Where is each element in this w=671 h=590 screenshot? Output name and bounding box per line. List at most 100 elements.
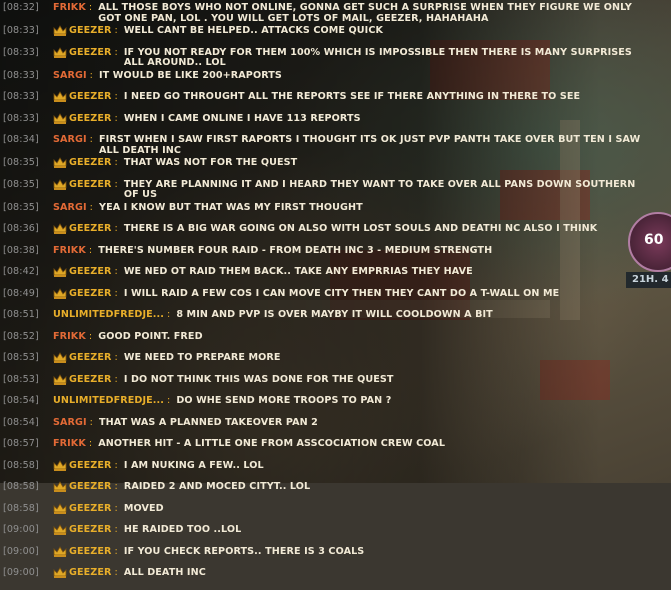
chat-message: [08:33] GEEZER: WELL CANT BE HELPED.. ATTA… xyxy=(3,25,643,42)
message-timestamp: [08:58] xyxy=(3,481,39,492)
message-author[interactable]: GEEZER xyxy=(69,567,111,579)
author-separator: : xyxy=(114,178,118,190)
chat-message: [08:51] UNLIMITEDFREDJE...:8 MIN AND PVP … xyxy=(3,309,643,326)
message-timestamp: [08:36] xyxy=(3,223,39,234)
message-author[interactable]: GEEZER xyxy=(69,503,111,515)
message-timestamp: [08:58] xyxy=(3,459,39,471)
message-author[interactable]: GEEZER xyxy=(69,157,111,169)
message-author[interactable]: GEEZER xyxy=(69,352,111,364)
message-author[interactable]: GEEZER xyxy=(69,288,111,300)
message-author[interactable]: GEEZER xyxy=(69,266,111,278)
message-timestamp: [08:35] xyxy=(3,201,39,213)
author-separator: : xyxy=(114,91,118,102)
message-author[interactable]: SARGI xyxy=(53,70,87,82)
author-separator: : xyxy=(114,223,118,234)
message-timestamp: [08:53] xyxy=(3,373,39,385)
message-author[interactable]: GEEZER xyxy=(69,91,111,103)
author-separator: : xyxy=(114,481,118,492)
message-timestamp: [08:33] xyxy=(3,112,39,124)
message-timestamp: [09:00] xyxy=(3,545,39,557)
message-author[interactable]: UNLIMITEDFREDJE... xyxy=(53,309,164,321)
message-text: THAT WAS A PLANNED TAKEOVER PAN 2 xyxy=(99,416,318,428)
message-timestamp: [08:33] xyxy=(3,69,39,81)
message-timestamp: [08:57] xyxy=(3,438,39,449)
author-separator: : xyxy=(114,25,118,36)
chat-message: [08:36] GEEZER: THERE IS A BIG WAR GOING O… xyxy=(3,223,643,240)
message-text: HE RAIDED TOO ..LOL xyxy=(123,524,242,535)
message-author[interactable]: GEEZER xyxy=(69,223,111,235)
message-timestamp: [08:33] xyxy=(3,91,39,102)
crown-icon xyxy=(53,352,67,363)
message-timestamp: [08:35] xyxy=(3,178,39,190)
author-separator: : xyxy=(89,201,94,213)
message-text: FIRST WHEN I SAW FIRST RAPORTS I THOUGHT… xyxy=(99,134,641,156)
message-text: GOOD POINT. FRED xyxy=(98,330,203,342)
message-author[interactable]: GEEZER xyxy=(69,25,111,37)
chat-message: [09:00] GEEZER: IF YOU CHECK REPORTS.. THE… xyxy=(3,545,643,563)
chat-message: [08:53] GEEZER: WE NEED TO PREPARE MORE xyxy=(3,352,643,369)
message-author[interactable]: FRIKK xyxy=(53,438,86,450)
chat-message: [08:58] GEEZER: I AM NUKING A FEW.. LOL xyxy=(3,459,643,477)
message-text: WE NEED TO PREPARE MORE xyxy=(123,352,281,363)
chat-log[interactable]: [08:32] FRIKK: ALL THOSE BOYS WHO NOT ONLI… xyxy=(3,2,643,590)
message-author[interactable]: SARGI xyxy=(53,134,87,146)
message-author[interactable]: GEEZER xyxy=(69,113,111,125)
message-text: RAIDED 2 AND MOCED CITYT.. LOL xyxy=(123,481,311,492)
message-text: ALL DEATH INC xyxy=(123,567,206,578)
chat-message: [08:33] GEEZER: WHEN I CAME ONLINE I HAVE … xyxy=(3,112,643,130)
crown-icon xyxy=(53,157,67,168)
message-text: I WILL RAID A FEW COS I CAN MOVE CITY TH… xyxy=(123,287,560,299)
message-author[interactable]: UNLIMITEDFREDJE... xyxy=(53,395,164,407)
message-text: THAT WAS NOT FOR THE QUEST xyxy=(123,157,298,168)
crown-icon xyxy=(53,46,67,58)
message-author[interactable]: SARGI xyxy=(53,417,87,429)
chat-message: [08:34] SARGI: FIRST WHEN I SAW FIRST RAPO… xyxy=(3,134,643,156)
message-timestamp: [08:51] xyxy=(3,309,39,320)
message-author[interactable]: FRIKK xyxy=(53,2,86,14)
message-text: WELL CANT BE HELPED.. ATTACKS COME QUICK xyxy=(123,25,384,36)
author-separator: : xyxy=(114,287,118,299)
chat-message: [08:35] GEEZER: THEY ARE PLANNING IT AND I… xyxy=(3,178,643,201)
author-separator: : xyxy=(89,134,94,145)
author-separator: : xyxy=(114,46,118,58)
message-text: ANOTHER HIT - A LITTLE ONE FROM ASSCOCIA… xyxy=(98,438,446,449)
message-text: 8 MIN AND PVP IS OVER MAYBY IT WILL COOL… xyxy=(176,309,493,320)
author-separator: : xyxy=(114,352,118,363)
message-author[interactable]: GEEZER xyxy=(69,374,111,386)
crown-icon xyxy=(53,567,67,578)
event-badge-value: 60 xyxy=(644,232,664,248)
crown-icon xyxy=(53,373,67,385)
chat-message: [08:35] SARGI: YEA I KNOW BUT THAT WAS MY … xyxy=(3,201,643,219)
message-text: THEY ARE PLANNING IT AND I HEARD THEY WA… xyxy=(123,178,636,200)
author-separator: : xyxy=(114,373,118,385)
author-separator: : xyxy=(167,309,171,320)
message-timestamp: [08:53] xyxy=(3,352,39,363)
message-author[interactable]: GEEZER xyxy=(69,460,111,472)
message-author[interactable]: SARGI xyxy=(53,202,87,214)
message-text: YEA I KNOW BUT THAT WAS MY FIRST THOUGHT xyxy=(99,201,363,213)
chat-message: [08:33] GEEZER: IF YOU NOT READY FOR THEM … xyxy=(3,46,643,69)
crown-icon xyxy=(53,178,67,190)
author-separator: : xyxy=(114,502,118,514)
message-author[interactable]: GEEZER xyxy=(69,546,111,558)
message-author[interactable]: GEEZER xyxy=(69,481,111,493)
chat-message: [08:54] UNLIMITEDFREDJE...: DO WHE SEND MO… xyxy=(3,395,643,412)
author-separator: : xyxy=(114,459,118,471)
message-author[interactable]: GEEZER xyxy=(69,524,111,536)
message-author[interactable]: FRIKK xyxy=(53,245,86,257)
chat-message: [09:00] GEEZER: HE RAIDED TOO ..LOL xyxy=(3,524,643,541)
message-author[interactable]: FRIKK xyxy=(53,331,86,343)
message-timestamp: [08:33] xyxy=(3,46,39,58)
crown-icon xyxy=(53,223,67,234)
message-text: I NEED GO THROUGHT ALL THE REPORTS SEE I… xyxy=(123,91,581,102)
crown-icon xyxy=(53,287,67,299)
chat-message: [08:58] GEEZER: MOVED xyxy=(3,502,643,520)
chat-message: [08:52] FRIKK: GOOD POINT. FRED xyxy=(3,330,643,348)
message-author[interactable]: GEEZER xyxy=(69,47,111,59)
author-separator: : xyxy=(88,2,93,13)
crown-icon xyxy=(53,502,67,514)
crown-icon xyxy=(53,25,67,36)
chat-message: [08:58] GEEZER: RAIDED 2 AND MOCED CITYT..… xyxy=(3,481,643,498)
message-author[interactable]: GEEZER xyxy=(69,179,111,191)
chat-message: [08:33] GEEZER: I NEED GO THROUGHT ALL THE… xyxy=(3,91,643,108)
